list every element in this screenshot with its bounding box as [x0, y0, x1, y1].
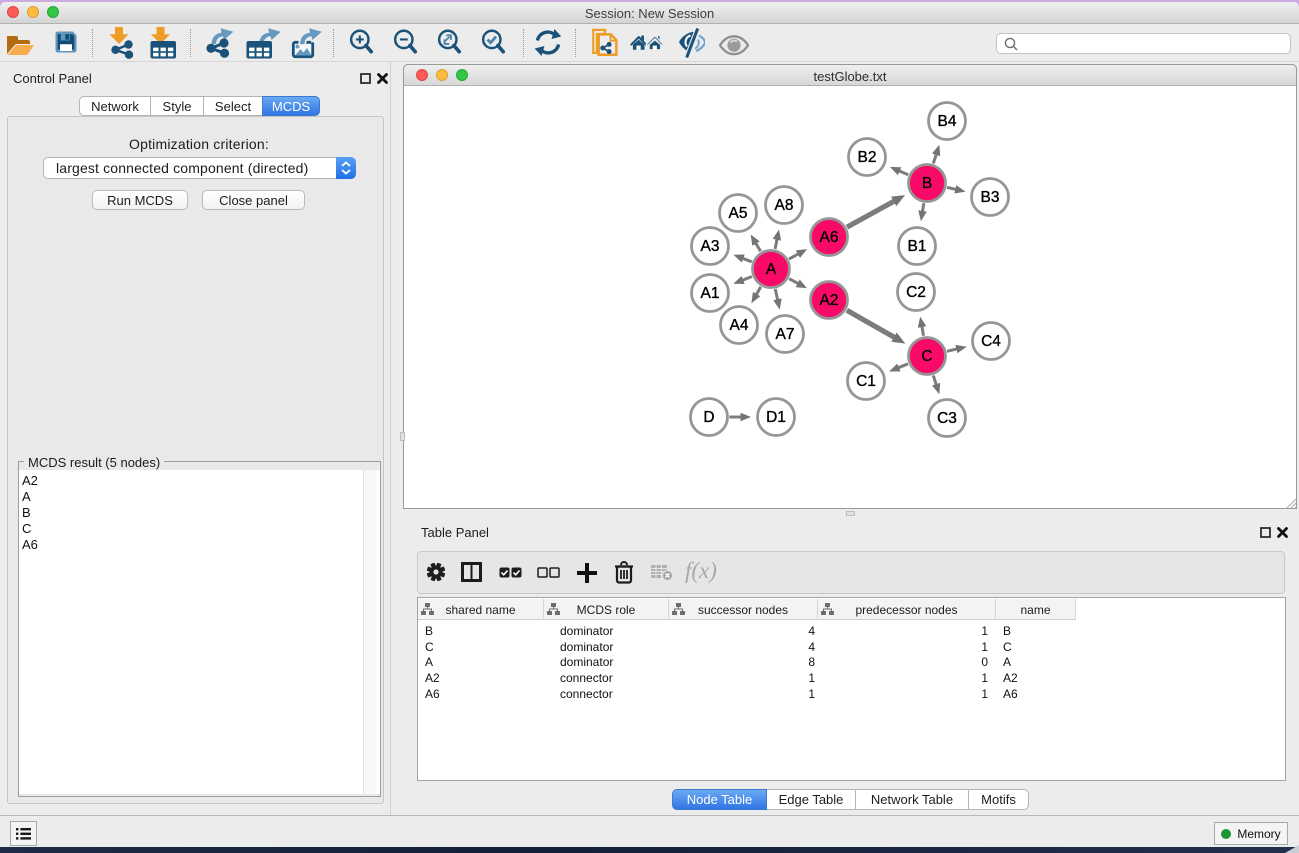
svg-text:B: B [922, 175, 932, 192]
svg-text:A: A [766, 261, 777, 278]
svg-text:A7: A7 [776, 326, 795, 343]
svg-text:A4: A4 [730, 317, 749, 334]
svg-text:C3: C3 [937, 410, 957, 427]
svg-text:A8: A8 [775, 197, 794, 214]
svg-text:A6: A6 [820, 229, 839, 246]
svg-text:C2: C2 [906, 284, 926, 301]
svg-text:D1: D1 [766, 409, 786, 426]
svg-text:B4: B4 [938, 113, 957, 130]
svg-text:A2: A2 [820, 292, 839, 309]
svg-text:B3: B3 [981, 189, 1000, 206]
svg-text:B2: B2 [858, 149, 877, 166]
svg-text:D: D [703, 409, 714, 426]
svg-text:A5: A5 [729, 205, 748, 222]
svg-text:C: C [921, 348, 932, 365]
svg-text:C1: C1 [856, 373, 876, 390]
svg-text:B1: B1 [908, 238, 927, 255]
svg-text:A1: A1 [701, 285, 720, 302]
svg-text:C4: C4 [981, 333, 1001, 350]
svg-text:A3: A3 [701, 238, 720, 255]
